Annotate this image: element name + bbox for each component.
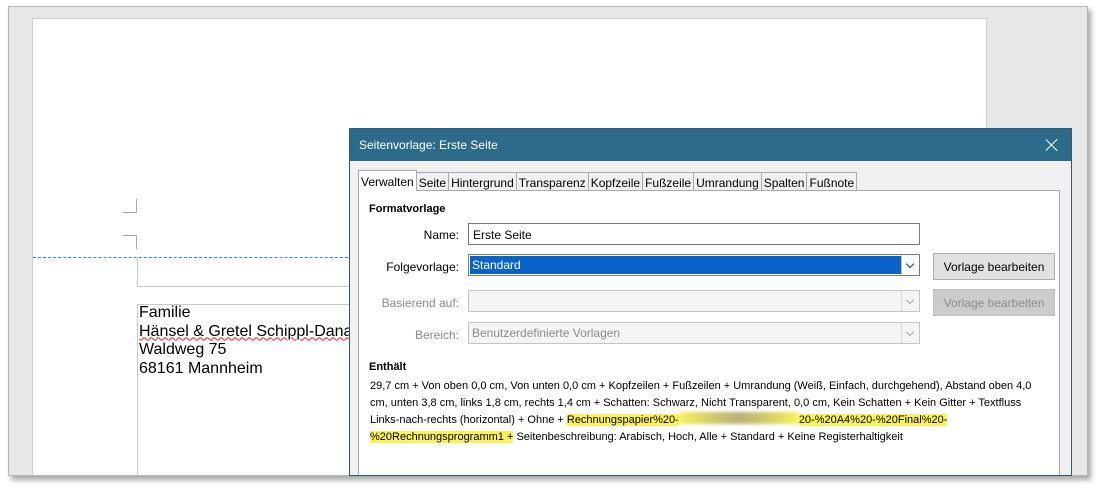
chevron-down-icon[interactable] [901,255,919,275]
tab-spalten[interactable]: Spalten [760,172,808,191]
text-boundary-corner [123,235,137,249]
tab-umrandung[interactable]: Umrandung [693,172,762,191]
tab-verwalten[interactable]: Verwalten [358,170,417,191]
page-style-dialog: Seitenvorlage: Erste Seite Verwalten Sei… [349,128,1072,476]
header-area[interactable] [137,257,362,287]
address-block[interactable]: Familie Hänsel & Gretel Schippl-Dana Wal… [139,304,352,378]
basierend-value [470,292,901,310]
address-line: 68161 Mannheim [139,359,263,377]
bereich-select: Benutzerdefinierte Vorlagen [468,322,920,344]
bereich-value: Benutzerdefinierte Vorlagen [472,326,621,340]
chevron-down-icon [901,291,919,311]
bereich-label: Bereich: [414,328,459,342]
contains-text: Seitenbeschreibung: Arabisch, Hoch, Alle… [513,431,903,443]
tab-kopfzeile[interactable]: Kopfzeile [587,172,644,191]
edit-style-button[interactable]: Vorlage bearbeiten [933,253,1055,280]
tab-fussnote[interactable]: Fußnote [806,172,858,191]
folgevorlage-value: Standard [470,256,901,274]
tab-seite[interactable]: Seite [415,172,450,191]
section-title-formatvorlage: Formatvorlage [369,203,446,215]
redacted-text [678,412,799,424]
name-label: Name: [423,228,459,242]
address-line: Familie [139,304,191,321]
name-field[interactable]: Erste Seite [468,223,920,245]
folgevorlage-select[interactable]: Standard [468,254,920,276]
tab-hintergrund[interactable]: Hintergrund [448,172,517,191]
text-boundary-corner [123,199,137,213]
section-title-enthaelt: Enthält [369,361,407,373]
basierend-select [468,290,920,312]
address-line: Hänsel & Gretel Schippl-Dana [139,323,352,342]
tab-bar: Verwalten Seite Hintergrund Transparenz … [358,170,858,191]
address-name: Hänsel & Gretel Schippl-Dana [139,322,353,340]
contains-description: 29,7 cm + Von oben 0,0 cm, Von unten 0,0… [370,378,1042,446]
dialog-title: Seitenvorlage: Erste Seite [359,138,498,152]
close-icon[interactable] [1043,136,1061,154]
edit-parent-style-button: Vorlage bearbeiten [933,289,1055,316]
address-line: Waldweg 75 [139,341,227,358]
chevron-down-icon [901,323,919,343]
tab-transparenz[interactable]: Transparenz [515,172,589,191]
tab-fusszeile[interactable]: Fußzeile [642,172,695,191]
basierend-label: Basierend auf: [381,296,459,310]
folgevorlage-label: Folgevorlage: [386,260,459,274]
dialog-titlebar[interactable]: Seitenvorlage: Erste Seite [350,129,1071,161]
highlighted-text: Rechnungspapier%20- [566,414,679,426]
